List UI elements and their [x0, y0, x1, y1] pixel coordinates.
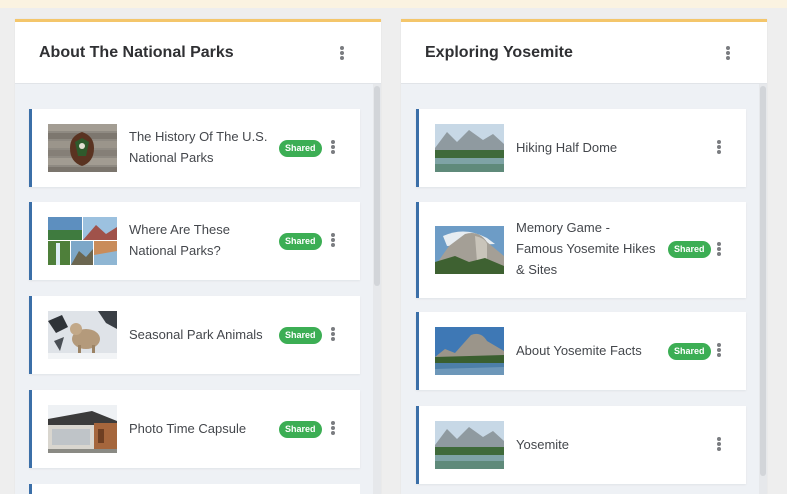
column-title: About The National Parks: [39, 44, 234, 61]
card-title-line: National Parks?: [129, 243, 221, 258]
shared-badge: Shared: [279, 327, 322, 344]
scrollbar-thumb[interactable]: [760, 86, 766, 476]
card-menu-kebab-icon[interactable]: [326, 229, 340, 251]
card-title-line: Where Are These: [129, 222, 230, 237]
shared-badge: Shared: [279, 140, 322, 157]
scrollbar-thumb[interactable]: [374, 86, 380, 286]
column-menu-kebab-icon[interactable]: [335, 42, 349, 64]
card-menu-kebab-icon[interactable]: [712, 238, 726, 260]
shared-badge: Shared: [279, 421, 322, 438]
activity-card[interactable]: Yosemite: [416, 406, 746, 484]
shared-badge: Shared: [279, 233, 322, 250]
rustic-wood-sign-thumbnail: [48, 124, 117, 172]
activity-card[interactable]: Memory Game - Famous Yosemite Hikes & Si…: [416, 202, 746, 298]
card-menu-kebab-icon[interactable]: [326, 323, 340, 345]
activity-card[interactable]: About Yosemite Facts Shared: [416, 312, 746, 390]
card-title-line: Yosemite: [516, 437, 569, 452]
yosemite-valley-thumbnail: [435, 421, 504, 469]
card-title-line: Hiking Half Dome: [516, 140, 618, 155]
column-header: Exploring Yosemite: [401, 22, 767, 84]
card-menu-kebab-icon[interactable]: [326, 417, 340, 439]
card-title-line: National Parks: [129, 150, 214, 165]
activity-card[interactable]: Hiking Half Dome: [416, 109, 746, 187]
column-menu-kebab-icon[interactable]: [721, 42, 735, 64]
yosemite-lake-thumbnail: [435, 327, 504, 375]
activity-card[interactable]: Where Are These National Parks? Shared: [29, 202, 360, 280]
half-dome-thumbnail: [435, 226, 504, 274]
activity-card[interactable]: Photo Time Capsule Shared: [29, 390, 360, 468]
card-title-line: Memory Game -: [516, 220, 610, 235]
card-title-line: The History Of The U.S.: [129, 129, 268, 144]
column-header: About The National Parks: [15, 22, 381, 84]
column-about-national-parks: About The National Parks The History Of …: [15, 19, 381, 494]
activity-card-partial[interactable]: [29, 484, 360, 494]
activity-card[interactable]: Seasonal Park Animals Shared: [29, 296, 360, 374]
shared-badge: Shared: [668, 241, 711, 258]
card-title-line: & Sites: [516, 262, 558, 277]
column-exploring-yosemite: Exploring Yosemite Hiking Half Dome Memo…: [401, 19, 767, 494]
top-banner-strip: [0, 0, 787, 8]
card-menu-kebab-icon[interactable]: [712, 339, 726, 361]
snow-animal-thumbnail: [48, 311, 117, 359]
card-menu-kebab-icon[interactable]: [326, 136, 340, 158]
modern-building-thumbnail: [48, 405, 117, 453]
column-title: Exploring Yosemite: [425, 44, 573, 61]
card-title-line: Seasonal Park Animals: [129, 327, 263, 342]
card-menu-kebab-icon[interactable]: [712, 433, 726, 455]
activity-card[interactable]: The History Of The U.S. National Parks S…: [29, 109, 360, 187]
park-photo-collage-thumbnail: [48, 217, 117, 265]
shared-badge: Shared: [668, 343, 711, 360]
yosemite-valley-thumbnail: [435, 124, 504, 172]
card-title-line: About Yosemite Facts: [516, 343, 642, 358]
card-title-line: Famous Yosemite Hikes: [516, 241, 656, 256]
card-title-line: Photo Time Capsule: [129, 421, 247, 436]
card-menu-kebab-icon[interactable]: [712, 136, 726, 158]
